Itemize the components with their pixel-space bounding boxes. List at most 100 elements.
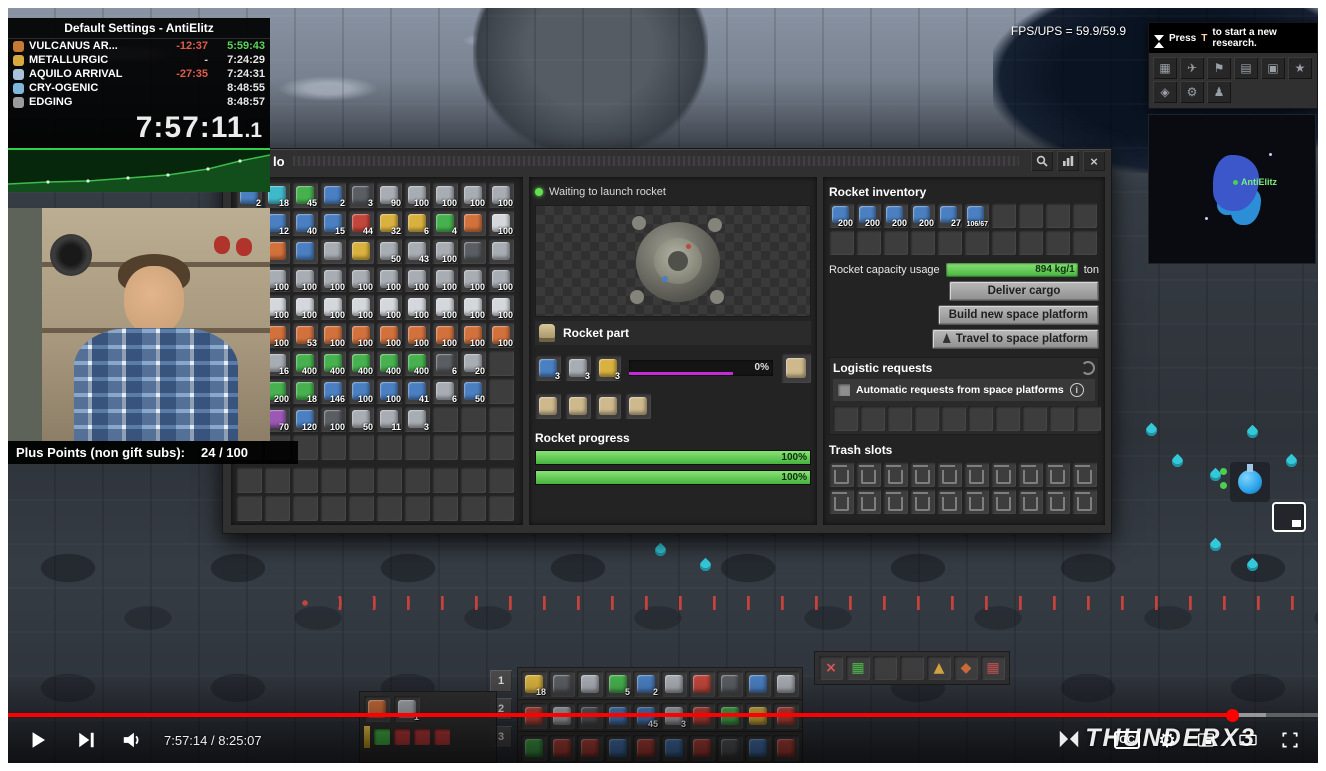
shortcut-slot[interactable] [900,656,924,680]
item-slot[interactable] [914,406,939,431]
item-slot[interactable] [460,406,486,432]
item-slot[interactable] [1049,406,1074,431]
item-slot[interactable] [292,495,318,521]
settings-gear-icon[interactable]: ⚙ [1158,728,1176,752]
item-slot[interactable]: 18 [521,671,547,697]
item-slot[interactable] [964,230,989,255]
item-slot[interactable] [991,230,1016,255]
item-slot[interactable] [488,350,514,376]
item-slot[interactable]: 100 [460,182,486,208]
item-slot[interactable]: 40 [292,210,318,236]
item-slot[interactable] [460,434,486,460]
item-slot[interactable] [549,671,575,697]
item-slot[interactable] [937,489,962,514]
item-slot[interactable] [376,467,402,493]
item-slot[interactable] [320,238,346,264]
item-slot[interactable] [404,434,430,460]
item-slot[interactable] [432,406,458,432]
item-slot[interactable] [488,378,514,404]
item-slot[interactable] [995,406,1020,431]
item-slot[interactable] [432,495,458,521]
item-slot[interactable]: 27 [937,203,962,228]
search-button[interactable] [1031,151,1053,171]
item-slot[interactable]: 4 [432,210,458,236]
item-slot[interactable]: 100 [432,266,458,292]
item-slot[interactable]: 100 [292,294,318,320]
item-slot[interactable]: 100 [320,406,346,432]
item-slot[interactable]: 100 [432,294,458,320]
quickbar-page-1[interactable]: 1 [490,670,512,692]
plane-icon-button[interactable]: ✈ [1180,57,1204,79]
item-slot[interactable]: 90 [376,182,402,208]
item-slot[interactable] [773,671,799,697]
item-slot[interactable] [910,462,935,487]
item-slot[interactable]: 400 [292,350,318,376]
item-slot[interactable]: 5 [605,671,631,697]
shortcut-slot[interactable] [873,656,897,680]
item-slot[interactable] [717,671,743,697]
item-slot[interactable]: 100 [460,322,486,348]
item-slot[interactable] [376,434,402,460]
item-slot[interactable] [348,238,374,264]
item-slot[interactable]: 18 [292,378,318,404]
item-slot[interactable]: 100 [404,266,430,292]
item-slot[interactable] [1076,406,1101,431]
item-slot[interactable] [1072,203,1097,228]
diamond-icon-button[interactable]: ◈ [1153,81,1177,103]
item-slot[interactable]: 100 [376,294,402,320]
item-slot[interactable]: 41 [404,378,430,404]
item-slot[interactable]: 100 [348,322,374,348]
build-platform-button[interactable]: Build new space platform [938,305,1099,325]
pawn-icon-button[interactable]: ♟ [1207,81,1231,103]
travel-platform-button[interactable]: Travel to space platform [932,329,1099,349]
item-slot[interactable] [883,462,908,487]
item-slot[interactable]: 100 [348,378,374,404]
item-slot[interactable]: 100 [404,182,430,208]
item-slot[interactable]: 100 [432,182,458,208]
miniplayer-button[interactable] [1194,728,1218,752]
item-slot[interactable] [1072,230,1097,255]
popout-icon[interactable] [1272,502,1306,532]
item-slot[interactable] [1045,230,1070,255]
item-slot[interactable]: 400 [404,350,430,376]
item-slot[interactable]: 3 [404,406,430,432]
trophy-icon-button[interactable]: ★ [1288,57,1312,79]
item-slot[interactable]: 3 [535,355,561,381]
item-slot[interactable]: 100 [488,294,514,320]
item-slot[interactable]: 3 [348,182,374,208]
item-slot[interactable]: 100 [292,266,318,292]
flag-icon-button[interactable]: ⚑ [1207,57,1231,79]
item-slot[interactable] [883,489,908,514]
item-slot[interactable]: 32 [376,210,402,236]
play-button[interactable] [24,726,52,754]
item-slot[interactable] [488,495,514,521]
card-icon-button[interactable]: ▣ [1261,57,1285,79]
shortcut-slot[interactable]: ▲ [927,656,951,680]
item-slot[interactable]: 100 [488,182,514,208]
item-slot[interactable]: 200 [883,203,908,228]
item-slot[interactable] [910,489,935,514]
item-slot[interactable] [991,489,1016,514]
item-slot[interactable]: 3 [595,355,621,381]
item-slot[interactable]: 43 [404,238,430,264]
item-slot[interactable]: 50 [460,378,486,404]
item-slot[interactable]: 6 [432,350,458,376]
item-slot[interactable]: 53 [292,322,318,348]
item-slot[interactable]: 100 [320,266,346,292]
item-slot[interactable] [292,467,318,493]
item-slot[interactable] [1018,230,1043,255]
next-button[interactable] [72,727,98,753]
item-slot[interactable] [937,230,962,255]
item-slot[interactable] [856,489,881,514]
item-slot[interactable]: 45 [292,182,318,208]
shortcut-slot[interactable]: ▦ [981,656,1005,680]
item-slot[interactable] [348,495,374,521]
item-slot[interactable] [625,393,651,419]
fullscreen-button[interactable] [1278,728,1302,752]
item-slot[interactable] [348,467,374,493]
item-slot[interactable] [488,406,514,432]
item-slot[interactable] [883,230,908,255]
item-slot[interactable] [292,238,318,264]
item-slot[interactable]: 6 [404,210,430,236]
item-slot[interactable]: 100 [404,322,430,348]
